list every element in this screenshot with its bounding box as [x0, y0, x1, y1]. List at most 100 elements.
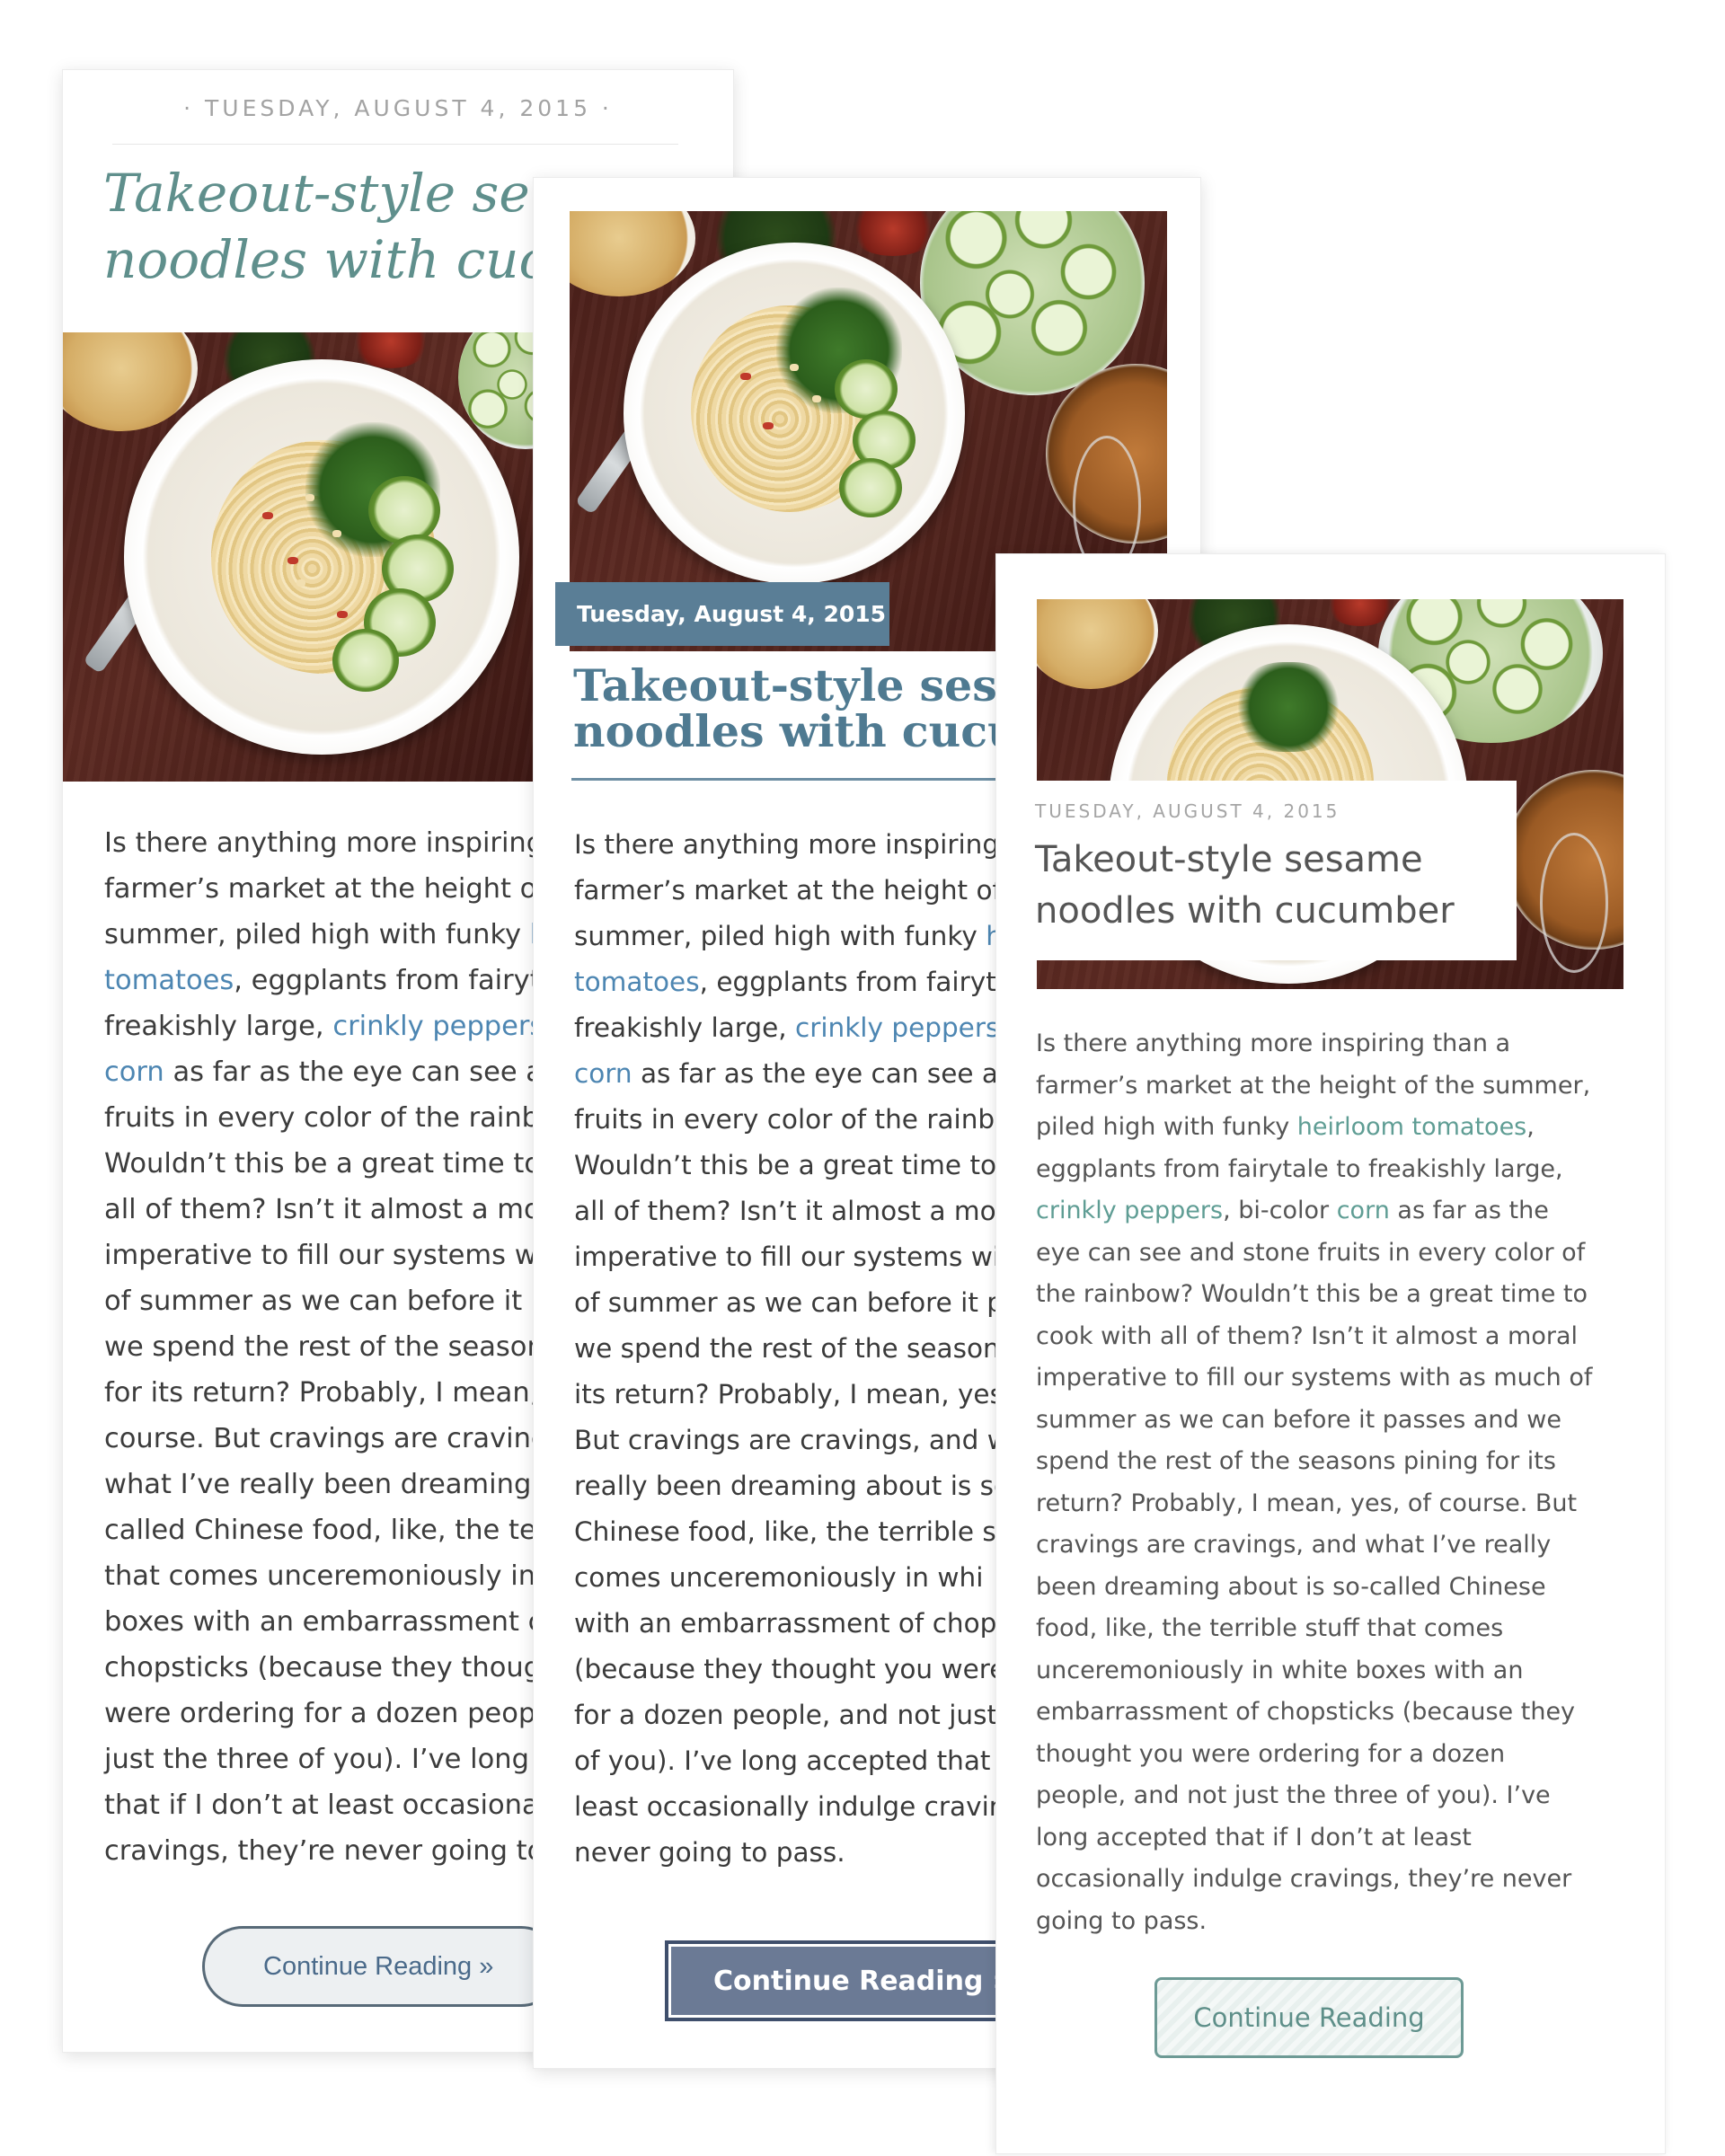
excerpt-line: embarrassment of chopsticks (because the…: [1036, 1692, 1629, 1734]
excerpt-text: what I’ve really been dreaming a: [104, 1469, 557, 1500]
post-date: · TUESDAY, AUGUST 4, 2015 ·: [183, 95, 613, 121]
excerpt-line: going to pass.: [1036, 1901, 1629, 1943]
excerpt-text: going to pass.: [1036, 1906, 1208, 1935]
excerpt-line: crinkly peppers, bi-color corn as far as…: [1036, 1190, 1629, 1233]
excerpt-line: been dreaming about is so-called Chinese: [1036, 1567, 1629, 1609]
excerpt-text: least occasionally indulge cravir: [574, 1791, 1000, 1822]
excerpt-text: farmer’s market at the height of the sum…: [1036, 1071, 1591, 1100]
excerpt-text: that comes unceremoniously in: [104, 1560, 536, 1592]
excerpt-text: called Chinese food, like, the ter: [104, 1515, 548, 1546]
excerpt-text: of summer as we can before it p: [574, 1287, 1004, 1318]
post-excerpt: Is there anything more inspiring than a f…: [1036, 1023, 1629, 1942]
excerpt-line: eggplants from fairytale to freakishly l…: [1036, 1149, 1629, 1191]
inline-link[interactable]: heirloom tomatoes: [1297, 1113, 1527, 1141]
excerpt-text: were ordering for a dozen peop: [104, 1698, 536, 1729]
excerpt-text: imperative to fill our systems wi: [574, 1241, 1001, 1272]
inline-link[interactable]: tomatoes: [574, 967, 700, 997]
excerpt-text: spend the rest of the seasons pining for…: [1036, 1447, 1556, 1475]
excerpt-text: long accepted that if I don’t at least: [1036, 1823, 1472, 1851]
inline-link[interactable]: corn: [104, 1056, 164, 1088]
post-card-style-3: TUESDAY, AUGUST 4, 2015 Takeout-style se…: [995, 553, 1666, 2154]
excerpt-text: , eggplants from fairyt: [234, 965, 541, 996]
excerpt-text: eye can see and stone fruits in every co…: [1036, 1238, 1586, 1267]
excerpt-text: cravings, they’re never going to: [104, 1835, 544, 1867]
excerpt-text: all of them? Isn’t it almost a mor: [104, 1194, 553, 1225]
excerpt-text: the rainbow? Wouldn’t this be a great ti…: [1036, 1280, 1588, 1308]
excerpt-text: thought you were ordering for a dozen: [1036, 1739, 1506, 1768]
excerpt-text: freakishly large,: [104, 1011, 333, 1042]
excerpt-text: course. But cravings are craving: [104, 1423, 549, 1454]
excerpt-text: for a dozen people, and not just: [574, 1700, 998, 1730]
excerpt-text: Is there anything more inspiring: [104, 827, 544, 859]
excerpt-text: for its return? Probably, I mean,: [104, 1377, 539, 1409]
excerpt-text: Is there anything more inspiring than a: [1036, 1029, 1511, 1057]
excerpt-line: unceremoniously in white boxes with an: [1036, 1650, 1629, 1692]
divider: [112, 144, 678, 145]
excerpt-text: piled high with funky: [1036, 1113, 1297, 1141]
excerpt-text: with an embarrassment of chop: [574, 1608, 997, 1639]
excerpt-text: been dreaming about is so-called Chinese: [1036, 1572, 1546, 1601]
excerpt-text: farmer’s market at the height of: [574, 875, 1002, 906]
excerpt-line: long accepted that if I don’t at least: [1036, 1817, 1629, 1860]
excerpt-text: unceremoniously in white boxes with an: [1036, 1656, 1524, 1684]
excerpt-text: its return? Probably, I mean, yes: [574, 1379, 1004, 1409]
excerpt-text: embarrassment of chopsticks (because the…: [1036, 1698, 1576, 1726]
excerpt-text: just the three of you). I’ve long a: [104, 1744, 555, 1775]
excerpt-line: cravings are cravings, and what I’ve rea…: [1036, 1524, 1629, 1567]
excerpt-line: food, like, the terrible stuff that come…: [1036, 1608, 1629, 1650]
continue-reading-button[interactable]: Continue Reading: [1154, 1977, 1464, 2058]
excerpt-text: cravings are cravings, and what I’ve rea…: [1036, 1531, 1552, 1559]
inline-link[interactable]: crinkly peppers: [1036, 1197, 1223, 1224]
excerpt-text: ,: [1526, 1113, 1535, 1141]
excerpt-line: people, and not just the three of you). …: [1036, 1775, 1629, 1817]
excerpt-text: occasionally indulge cravings, they’re n…: [1036, 1865, 1572, 1893]
excerpt-text: , eggplants from fairyt: [699, 967, 996, 997]
excerpt-text: fruits in every color of the rainb: [574, 1104, 995, 1135]
excerpt-text: that if I don’t at least occasional: [104, 1789, 547, 1821]
excerpt-text: cook with all of them? Isn’t it almost a…: [1036, 1321, 1578, 1350]
inline-link[interactable]: tomatoes: [104, 965, 234, 996]
excerpt-text: summer, piled high with funky: [574, 921, 986, 951]
excerpt-text: summer as we can before it passes and we: [1036, 1405, 1561, 1434]
excerpt-text: fruits in every color of the rainb: [104, 1102, 540, 1134]
excerpt-text: comes unceremoniously in whi: [574, 1562, 984, 1593]
excerpt-line: the rainbow? Wouldn’t this be a great ti…: [1036, 1274, 1629, 1316]
post-date-badge: Tuesday, August 4, 2015: [555, 582, 889, 646]
excerpt-text: Is there anything more inspiring: [574, 829, 1000, 860]
excerpt-text: Wouldn’t this be a great time to: [104, 1148, 541, 1180]
excerpt-line: cook with all of them? Isn’t it almost a…: [1036, 1316, 1629, 1358]
inline-link[interactable]: crinkly peppers: [332, 1011, 544, 1042]
excerpt-line: return? Probably, I mean, yes, of course…: [1036, 1483, 1629, 1525]
excerpt-text: Wouldn’t this be a great time to: [574, 1150, 997, 1180]
excerpt-line: Is there anything more inspiring than a: [1036, 1023, 1629, 1065]
excerpt-line: imperative to fill our systems with as m…: [1036, 1357, 1629, 1400]
post-title[interactable]: Takeout-style sesame noodles with cucumb…: [1035, 835, 1502, 937]
excerpt-text: chopsticks (because they thougl: [104, 1652, 549, 1683]
excerpt-text: But cravings are cravings, and w: [574, 1425, 1009, 1455]
excerpt-text: summer, piled high with funky: [104, 919, 530, 950]
inline-link[interactable]: crinkly peppers: [795, 1012, 999, 1043]
post-date: TUESDAY, AUGUST 4, 2015: [1035, 800, 1340, 822]
excerpt-text: of you). I’ve long accepted that: [574, 1745, 991, 1776]
excerpt-text: food, like, the terrible stuff that come…: [1036, 1614, 1504, 1642]
excerpt-text: really been dreaming about is sc: [574, 1471, 1009, 1501]
excerpt-text: of summer as we can before it p: [104, 1286, 549, 1317]
excerpt-text: Chinese food, like, the terrible s: [574, 1516, 996, 1547]
excerpt-line: piled high with funky heirloom tomatoes,: [1036, 1107, 1629, 1149]
excerpt-text: , bi-color: [1223, 1197, 1337, 1224]
excerpt-line: spend the rest of the seasons pining for…: [1036, 1441, 1629, 1483]
excerpt-text: we spend the rest of the season: [574, 1333, 1000, 1364]
excerpt-text: people, and not just the three of you). …: [1036, 1781, 1551, 1809]
excerpt-line: eye can see and stone fruits in every co…: [1036, 1233, 1629, 1275]
excerpt-text: as far as the eye can see a: [164, 1056, 543, 1088]
excerpt-text: freakishly large,: [574, 1012, 795, 1043]
excerpt-text: imperative to fill our systems wi: [104, 1240, 545, 1271]
inline-link[interactable]: corn: [1337, 1197, 1390, 1224]
excerpt-line: thought you were ordering for a dozen: [1036, 1734, 1629, 1776]
excerpt-text: boxes with an embarrassment c: [104, 1606, 544, 1638]
featured-image[interactable]: [63, 332, 539, 782]
excerpt-text: imperative to fill our systems with as m…: [1036, 1364, 1593, 1392]
excerpt-text: never going to pass.: [574, 1837, 845, 1868]
inline-link[interactable]: corn: [574, 1058, 632, 1089]
continue-reading-button[interactable]: Continue Reading »: [202, 1926, 562, 2007]
